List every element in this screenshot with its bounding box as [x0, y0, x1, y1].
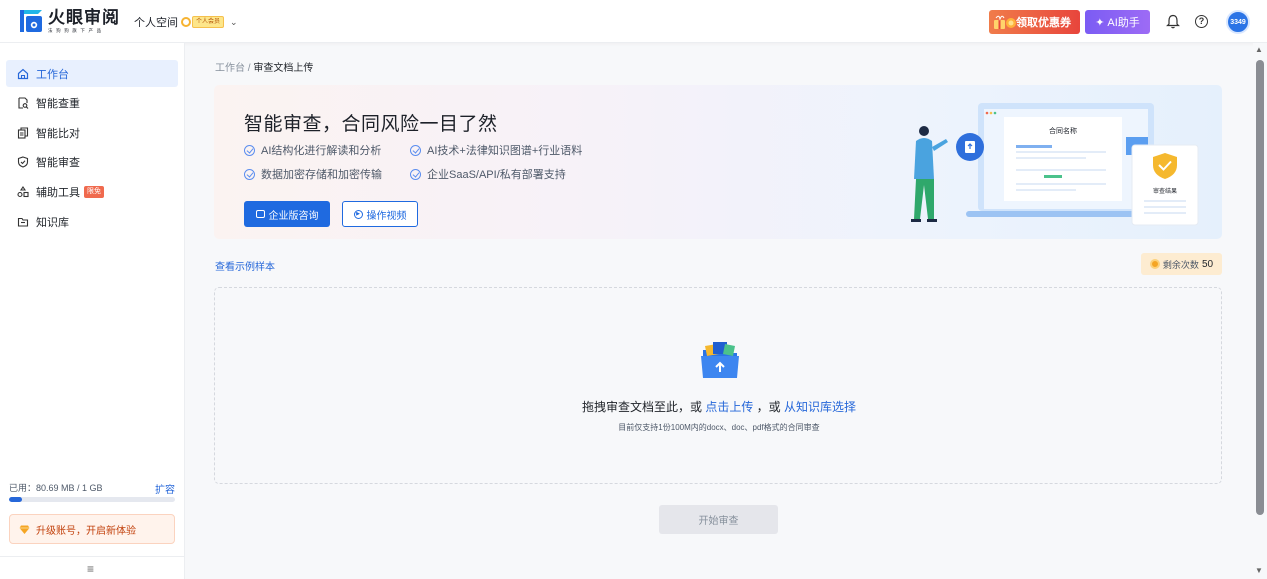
feature-text: 数据加密存储和加密传输 — [261, 169, 382, 181]
storage-usage: 已用：80.69 MB / 1 GB 扩容 — [9, 481, 175, 496]
logo-title: 火眼审阅 — [48, 8, 120, 27]
sidebar-item-label: 智能审查 — [36, 156, 80, 169]
upload-dropzone[interactable]: 拖拽审查文档至此，或 点击上传 ，或 从知识库选择 目前仅支持1份100M内的d… — [214, 287, 1222, 484]
storage-expand-link[interactable]: 扩容 — [155, 481, 175, 496]
scrollbar-thumb[interactable] — [1256, 60, 1264, 515]
sidebar-item-label: 智能查重 — [36, 97, 80, 110]
member-icon — [181, 17, 191, 27]
check-circle-icon — [244, 144, 255, 156]
coupon-label: 领取优惠券 — [1016, 17, 1071, 29]
sidebar-item-review[interactable]: 智能审查 — [6, 148, 178, 175]
home-icon — [17, 68, 29, 79]
scroll-down-icon[interactable]: ▼ — [1255, 566, 1263, 575]
sidebar-item-compare[interactable]: 智能比对 — [6, 119, 178, 146]
start-review-button[interactable]: 开始审查 — [659, 505, 778, 534]
breadcrumb-root[interactable]: 工作台 — [215, 63, 245, 74]
dropzone-hint: 目前仅支持1份100M内的docx、doc、pdf格式的合同审查 — [618, 423, 820, 432]
doc-search-icon — [18, 96, 29, 109]
sidebar: 工作台 智能查重 智能比对 智能审查 辅助工具 限免 知识库 已用：80.69 … — [0, 43, 185, 579]
sidebar-item-knowledge-base[interactable]: 知识库 — [6, 208, 178, 235]
logo[interactable]: 火眼审阅 法狗狗旗下产品 — [18, 8, 120, 35]
view-sample-link[interactable]: 查看示例样本 — [215, 258, 275, 273]
feature-item: 企业SaaS/API/私有部署支持 — [410, 166, 566, 182]
sidebar-item-tools[interactable]: 辅助工具 限免 — [6, 178, 178, 205]
storage-progress-bar — [9, 497, 175, 502]
menu-collapse-icon[interactable]: ≡ — [87, 562, 94, 576]
tools-icon — [17, 185, 29, 197]
sidebar-item-label: 智能比对 — [36, 127, 80, 140]
check-circle-icon — [244, 168, 255, 180]
sidebar-item-workbench[interactable]: 工作台 — [6, 60, 178, 87]
help-icon[interactable]: ? — [1195, 15, 1208, 28]
sidebar-item-label: 工作台 — [36, 68, 69, 81]
logo-subtitle: 法狗狗旗下产品 — [48, 28, 105, 34]
remaining-count-badge: 剩余次数 50 — [1141, 253, 1222, 275]
enterprise-consult-label: 企业版咨询 — [268, 210, 319, 222]
promo-banner: 智能审查，合同风险一目了然 AI结构化进行解读和分析 AI技术+法律知识图谱+行… — [214, 85, 1222, 239]
coin-icon — [1149, 259, 1160, 269]
select-from-knowledge-base-link[interactable]: 从知识库选择 — [784, 400, 856, 414]
sidebar-item-duplicate-check[interactable]: 智能查重 — [6, 89, 178, 116]
play-circle-icon: ▶ — [353, 209, 363, 219]
feature-text: 企业SaaS/API/私有部署支持 — [427, 169, 566, 181]
member-badge-label: 个人会员 — [192, 16, 225, 28]
sidebar-item-label: 知识库 — [36, 216, 69, 229]
coupon-button[interactable]: 领取优惠券 — [989, 10, 1080, 34]
click-upload-link[interactable]: 点击上传 — [705, 400, 753, 414]
free-badge: 限免 — [84, 185, 104, 198]
folder-icon — [17, 217, 29, 227]
feature-item: AI技术+法律知识图谱+行业语料 — [410, 142, 582, 158]
space-label: 个人空间 — [134, 17, 178, 29]
feature-text: AI技术+法律知识图谱+行业语料 — [427, 145, 583, 157]
bell-icon[interactable] — [1166, 14, 1180, 29]
check-circle-icon — [410, 144, 421, 156]
tutorial-video-button[interactable]: ▶ 操作视频 — [342, 201, 418, 227]
gift-icon — [994, 15, 1016, 29]
breadcrumb: 工作台 / 审查文档上传 — [215, 59, 313, 74]
chat-icon — [255, 210, 265, 218]
compare-icon — [17, 126, 29, 139]
dropzone-text: ，或 — [753, 400, 784, 414]
upload-folder-icon — [701, 342, 739, 378]
remaining-count: 50 — [1201, 258, 1214, 270]
avatar[interactable]: 3349 — [1226, 10, 1250, 34]
tutorial-video-label: 操作视频 — [366, 210, 407, 222]
ai-assistant-label: AI助手 — [1107, 17, 1140, 29]
banner-title: 智能审查，合同风险一目了然 — [244, 114, 498, 135]
diamond-icon — [19, 525, 30, 534]
sidebar-divider — [0, 556, 184, 557]
member-badge: 个人会员 — [181, 16, 225, 28]
storage-used-text: 已用：80.69 MB / 1 GB — [9, 483, 103, 493]
magic-wand-icon: ✦ — [1095, 16, 1105, 29]
remaining-label: 剩余次数 — [1162, 259, 1199, 270]
review-result-text: 审查结果 — [1153, 187, 1177, 195]
logo-icon — [20, 10, 42, 32]
dropzone-instruction: 拖拽审查文档至此，或 点击上传 ，或 从知识库选择 — [215, 398, 1223, 415]
breadcrumb-current: 审查文档上传 — [253, 63, 314, 74]
ai-assistant-button[interactable]: ✦ AI助手 — [1085, 10, 1150, 34]
upgrade-button[interactable]: 升级账号，开启新体验 — [9, 514, 175, 544]
chevron-down-icon: ⌄ — [230, 16, 238, 27]
scroll-up-icon[interactable]: ▲ — [1255, 45, 1263, 54]
check-circle-icon — [410, 168, 421, 180]
feature-item: AI结构化进行解读和分析 — [244, 142, 381, 158]
shield-check-icon — [17, 155, 29, 168]
contract-name-text: 合同名称 — [1049, 126, 1077, 135]
enterprise-consult-button[interactable]: 企业版咨询 — [244, 201, 330, 227]
space-switcher[interactable]: 个人空间 个人会员 ⌄ — [134, 14, 238, 30]
feature-item: 数据加密存储和加密传输 — [244, 166, 382, 182]
feature-text: AI结构化进行解读和分析 — [261, 145, 382, 157]
top-bar: 火眼审阅 法狗狗旗下产品 个人空间 个人会员 ⌄ 领取优惠券 ✦ AI助手 ? … — [0, 0, 1267, 43]
upgrade-label: 升级账号，开启新体验 — [36, 525, 136, 537]
contract-review-illustration: 合同名称 审查结果 — [911, 103, 1199, 226]
dropzone-text: 拖拽审查文档至此，或 — [581, 400, 706, 414]
storage-progress-fill — [9, 497, 23, 502]
sidebar-item-label: 辅助工具 — [36, 186, 80, 199]
